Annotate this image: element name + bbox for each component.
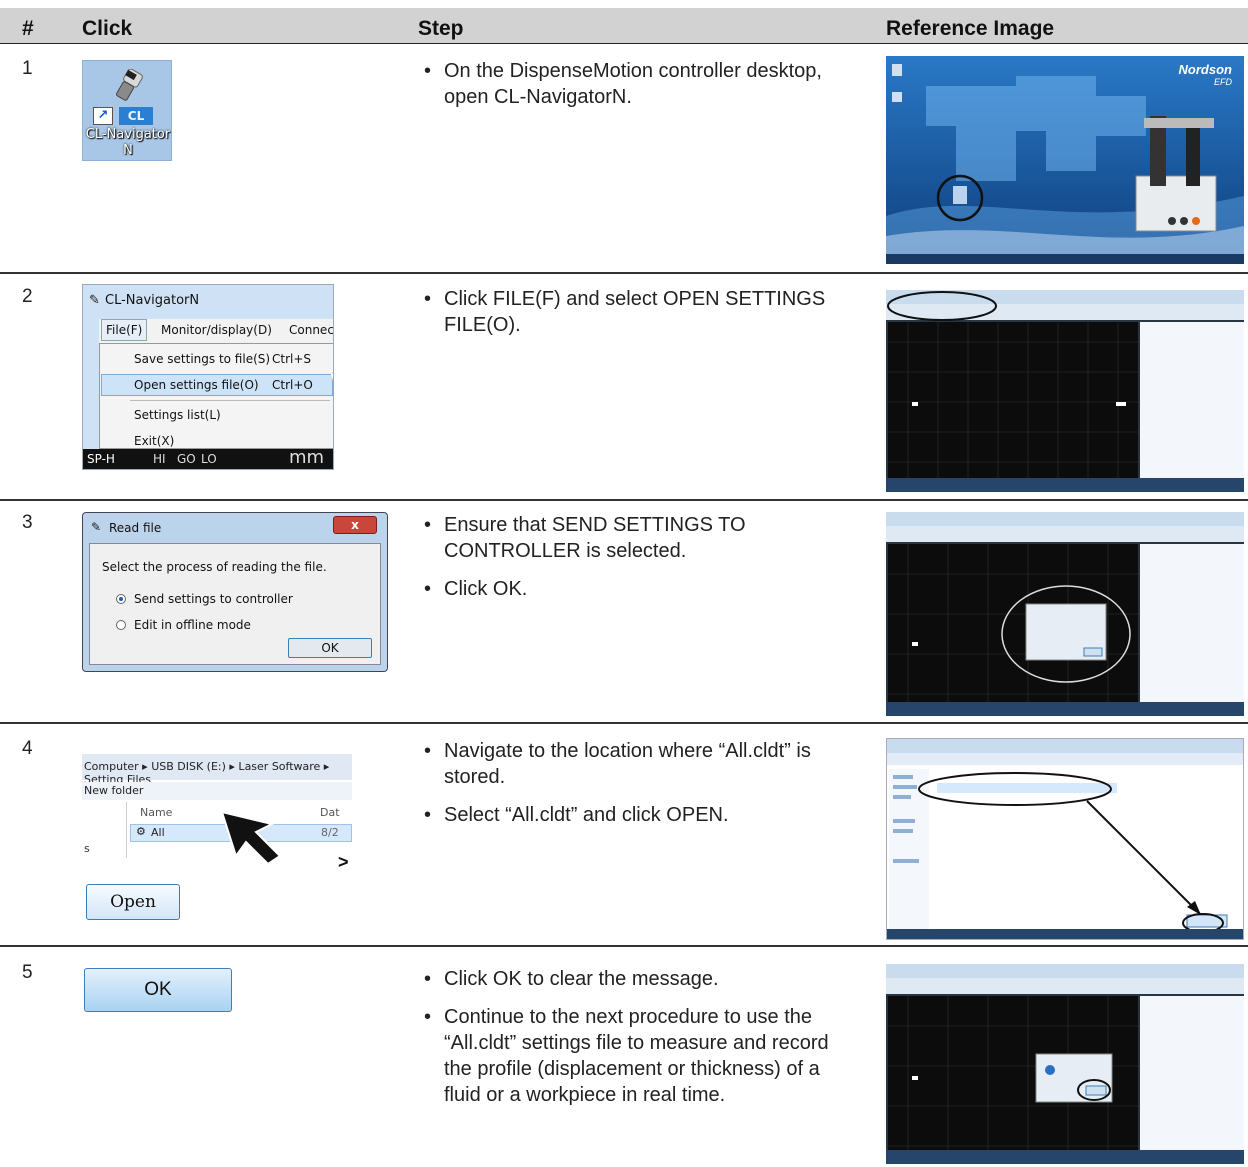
step-text: Navigate to the location where “All.cldt… (424, 738, 844, 790)
menubar: File(F) Monitor/display(D) Connect (99, 319, 333, 343)
cl-badge: CL (119, 107, 153, 125)
row-number: 5 (22, 962, 33, 983)
header-num: # (22, 17, 34, 40)
step-text: Click FILE(F) and select OPEN SETTINGS F… (424, 286, 844, 338)
pane-divider (126, 802, 127, 858)
explorer-screenshot: Computer ▸ USB DISK (E:) ▸ Laser Softwar… (82, 738, 352, 858)
menu-item-open-settings[interactable]: Open settings file(O) (134, 378, 259, 392)
shortcut-ctrl-o: Ctrl+O (272, 378, 313, 392)
row-divider (0, 499, 1248, 501)
row-number: 2 (22, 286, 33, 307)
file-icon: ⚙ (136, 825, 146, 838)
dialog-title: Read file (109, 521, 162, 535)
menu-monitor-display[interactable]: Monitor/display(D) (161, 323, 272, 337)
row-divider (0, 945, 1248, 947)
app-icon: ✎ (91, 520, 102, 534)
menu-item-settings-list[interactable]: Settings list(L) (134, 408, 221, 422)
window-title: CL-NavigatorN (105, 293, 200, 308)
open-button[interactable]: Open (86, 884, 180, 920)
column-name[interactable]: Name (140, 806, 172, 819)
dialog-body: Select the process of reading the file. … (89, 543, 381, 665)
close-button[interactable]: x (333, 516, 377, 534)
status-strip: SP-H HI GO LO mm (83, 447, 333, 469)
lens-icon (116, 69, 143, 101)
radio-send-settings[interactable]: Send settings to controller (116, 592, 293, 606)
step-bullets: Navigate to the location where “All.cldt… (424, 738, 844, 840)
row-number: 3 (22, 512, 33, 533)
pointer-cursor-icon (220, 810, 282, 866)
reference-image-message (886, 964, 1244, 1164)
row-number: 4 (22, 738, 33, 759)
step-text: Click OK to clear the message. (424, 966, 844, 992)
menu-file[interactable]: File(F) (101, 319, 148, 341)
menu-separator (130, 400, 330, 401)
shortcut-arrow-icon: ↗ (93, 107, 113, 125)
arrow-marker: > (338, 852, 349, 872)
radio-offline-mode[interactable]: Edit in offline mode (116, 618, 251, 632)
reference-image-file-open (886, 738, 1244, 940)
app-icon: ✎ (89, 293, 100, 308)
step-bullets: On the DispenseMotion controller desktop… (424, 58, 844, 122)
header-reference-image: Reference Image (886, 17, 1055, 40)
step-text: Ensure that SEND SETTINGS TO CONTROLLER … (424, 512, 844, 564)
step-bullets: Ensure that SEND SETTINGS TO CONTROLLER … (424, 512, 844, 614)
pointer-cursor-icon (329, 369, 333, 381)
cl-navigator-desktop-icon[interactable]: ↗ CL CL-Navigator N (82, 60, 172, 161)
table-header: # Click Step Reference Image (0, 8, 1248, 44)
file-dropdown: Save settings to file(S) Ctrl+S Open set… (99, 343, 333, 449)
row-number: 1 (22, 58, 33, 79)
header-step: Step (418, 17, 464, 40)
column-date[interactable]: Dat (320, 806, 340, 819)
shortcut-ctrl-s: Ctrl+S (272, 352, 312, 366)
ok-button[interactable]: OK (84, 968, 232, 1012)
new-folder-button[interactable]: New folder (82, 782, 352, 800)
header-click: Click (82, 17, 133, 40)
step-bullets: Click OK to clear the message. Continue … (424, 966, 844, 1120)
dialog-question: Select the process of reading the file. (102, 560, 327, 574)
reference-image-read-file (886, 512, 1244, 716)
step-text: Click OK. (424, 576, 844, 602)
step-text: Continue to the next procedure to use th… (424, 1004, 844, 1108)
step-text: On the DispenseMotion controller desktop… (424, 58, 844, 110)
breadcrumb[interactable]: Computer ▸ USB DISK (E:) ▸ Laser Softwar… (82, 754, 352, 786)
ok-button[interactable]: OK (288, 638, 372, 658)
menu-item-exit[interactable]: Exit(X) (134, 434, 174, 448)
icon-label: CL-Navigator N (85, 127, 171, 158)
procedure-table: # Click Step Reference Image 1 ↗ CL CL-N… (0, 0, 1248, 1167)
read-file-dialog: ✎ Read file x Select the process of read… (82, 512, 388, 672)
file-menu-screenshot: ✎ CL-NavigatorN File(F) Monitor/display(… (82, 284, 334, 470)
radio-icon (116, 594, 126, 604)
step-text: Select “All.cldt” and click OPEN. (424, 802, 844, 828)
row-divider (0, 272, 1248, 274)
step-bullets: Click FILE(F) and select OPEN SETTINGS F… (424, 286, 844, 350)
menu-connect[interactable]: Connect (289, 323, 333, 337)
reference-image-desktop: Nordson EFD (886, 56, 1244, 264)
nordson-logo: Nordson EFD (1178, 62, 1232, 87)
menu-item-save-settings[interactable]: Save settings to file(S) (134, 352, 270, 366)
reference-image-navigator-menu (886, 290, 1244, 492)
radio-icon (116, 620, 126, 630)
row-divider (0, 722, 1248, 724)
